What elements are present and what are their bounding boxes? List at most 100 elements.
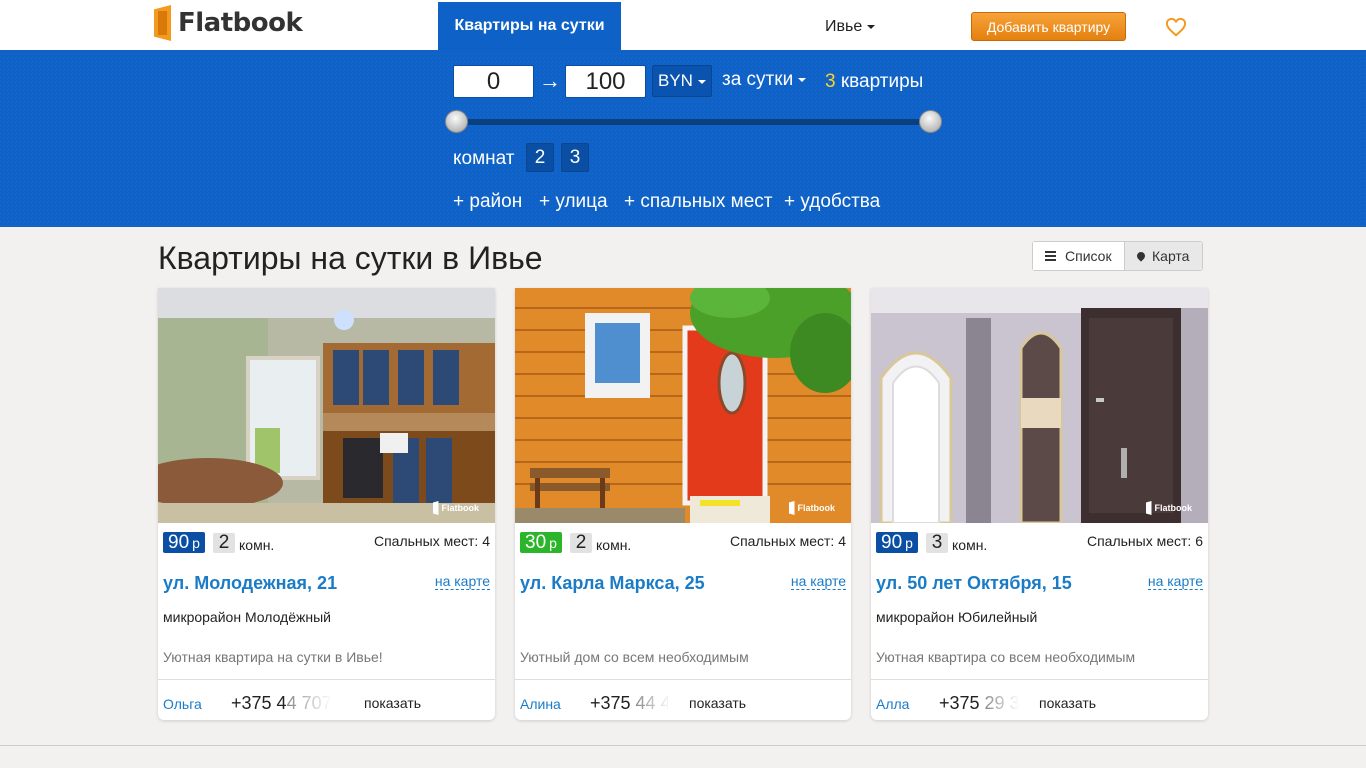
filter-beds-link[interactable]: + спальных мест xyxy=(624,191,772,213)
phone-visible: +375 4 xyxy=(231,693,287,713)
view-toggle: Список Карта xyxy=(1032,241,1203,271)
listing-photo[interactable]: Flatbook xyxy=(158,288,495,523)
beds-count: Спальных мест: 4 xyxy=(729,533,846,549)
top-navbar: Flatbook Квартиры на сутки Ивье Добавить… xyxy=(0,0,1366,50)
watermark-text: Flatbook xyxy=(441,503,480,513)
price-slider-min-handle[interactable] xyxy=(445,110,468,133)
price-badge: 90 р xyxy=(876,532,918,553)
page-title: Квартиры на сутки в Ивье xyxy=(158,240,543,276)
listing-photo[interactable]: Flatbook xyxy=(515,288,851,523)
beds-count: Спальных мест: 4 xyxy=(373,533,490,549)
filter-street-link[interactable]: + улица xyxy=(539,191,608,213)
chevron-down-icon xyxy=(798,77,807,82)
chevron-down-icon xyxy=(867,24,876,29)
owner-name: Алина xyxy=(520,696,561,712)
watermark-text: Flatbook xyxy=(797,503,836,513)
map-pin-icon xyxy=(1135,250,1147,262)
rooms-badge: 2 xyxy=(570,533,592,553)
period-label: за сутки xyxy=(722,69,794,90)
phone-hidden: 44 4 xyxy=(636,693,668,713)
filter-panel: 0 → 100 BYN за сутки 3 квартиры комнат 2… xyxy=(0,50,1366,227)
price-value: 90 xyxy=(881,532,903,553)
price-slider-max-handle[interactable] xyxy=(919,110,942,133)
list-icon xyxy=(1045,251,1056,261)
city-selector[interactable]: Ивье xyxy=(825,18,876,36)
room-option-3[interactable]: 3 xyxy=(561,143,589,172)
show-on-map-link[interactable]: на карте xyxy=(434,573,490,590)
list-view-button[interactable]: Список xyxy=(1033,242,1125,270)
divider xyxy=(515,679,851,680)
beds-count: Спальных мест: 6 xyxy=(1086,533,1203,549)
favorites-heart-icon[interactable] xyxy=(1165,17,1187,37)
show-on-map-link[interactable]: на карте xyxy=(1147,573,1203,590)
phone-visible: +375 xyxy=(590,693,636,713)
show-on-map-link[interactable]: на карте xyxy=(790,573,846,590)
period-select[interactable]: за сутки xyxy=(722,69,807,91)
price-min-input[interactable]: 0 xyxy=(453,65,534,98)
watermark: Flatbook xyxy=(1145,501,1193,515)
listing-address-link[interactable]: ул. 50 лет Октября, 15 xyxy=(876,573,1072,594)
phone-hidden: 29 3 xyxy=(984,693,1019,713)
phone-number: +375 29 3 xyxy=(939,693,1019,714)
phone-visible: +375 xyxy=(939,693,985,713)
owner-name: Ольга xyxy=(163,696,202,712)
range-arrow: → xyxy=(539,68,561,93)
rooms-badge: 3 xyxy=(926,533,948,553)
listing-description: Уютный дом со всем необходимым xyxy=(520,649,749,665)
price-currency: р xyxy=(549,535,557,551)
add-apartment-button[interactable]: Добавить квартиру xyxy=(971,12,1126,41)
rooms-badge: 2 xyxy=(213,533,235,553)
door-logo-icon xyxy=(154,5,171,41)
watermark: Flatbook xyxy=(432,501,480,515)
logo[interactable]: Flatbook xyxy=(154,4,303,42)
result-count: 3 квартиры xyxy=(825,71,923,93)
listing-card[interactable]: Flatbook 30 р 2 комн. Спальных мест: 4 ул… xyxy=(515,288,851,720)
show-phone-button[interactable]: показать xyxy=(1039,695,1096,711)
price-max-input[interactable]: 100 xyxy=(565,65,646,98)
price-currency: р xyxy=(192,535,200,551)
divider xyxy=(158,679,495,680)
map-view-label: Карта xyxy=(1152,248,1190,264)
listing-description: Уютная квартира на сутки в Ивье! xyxy=(163,649,383,665)
filter-amenities-link[interactable]: + удобства xyxy=(784,191,880,213)
city-label: Ивье xyxy=(825,18,863,35)
listing-district: микрорайон Молодёжный xyxy=(163,609,331,625)
room-option-2[interactable]: 2 xyxy=(526,143,554,172)
listing-card[interactable]: Flatbook 90 р 3 комн. Спальных мест: 6 ул… xyxy=(871,288,1208,720)
rooms-unit: комн. xyxy=(239,537,275,553)
listing-address-link[interactable]: ул. Молодежная, 21 xyxy=(163,573,337,594)
price-badge: 90 р xyxy=(163,532,205,553)
kitchen-photo xyxy=(158,288,495,523)
listing-description: Уютная квартира со всем необходимым xyxy=(876,649,1136,665)
currency-select[interactable]: BYN xyxy=(652,65,712,97)
result-count-label: квартиры xyxy=(840,71,924,92)
watermark: Flatbook xyxy=(788,501,836,515)
filter-district-link[interactable]: + район xyxy=(453,191,522,213)
price-currency: р xyxy=(905,535,913,551)
phone-number: +375 44 4 xyxy=(590,693,668,714)
chevron-down-icon xyxy=(697,79,706,84)
map-view-button[interactable]: Карта xyxy=(1125,242,1202,270)
show-phone-button[interactable]: показать xyxy=(689,695,746,711)
listing-card[interactable]: Flatbook 90 р 2 комн. Спальных мест: 4 ул… xyxy=(158,288,495,720)
phone-number: +375 44 707 xyxy=(231,693,334,714)
result-count-number: 3 xyxy=(825,71,836,92)
rooms-label: комнат xyxy=(453,148,515,169)
tab-apartments-daily[interactable]: Квартиры на сутки xyxy=(438,2,621,50)
price-value: 30 xyxy=(525,532,547,553)
listing-address-link[interactable]: ул. Карла Маркса, 25 xyxy=(520,573,705,594)
list-view-label: Список xyxy=(1065,248,1112,264)
owner-name: Алла xyxy=(876,696,910,712)
listing-photo[interactable]: Flatbook xyxy=(871,288,1208,523)
rooms-unit: комн. xyxy=(596,537,632,553)
price-value: 90 xyxy=(168,532,190,553)
price-slider-track[interactable] xyxy=(456,119,930,125)
phone-hidden: 4 707 xyxy=(286,693,332,713)
divider xyxy=(871,679,1208,680)
show-phone-button[interactable]: показать xyxy=(364,695,421,711)
listing-district: микрорайон Юбилейный xyxy=(876,609,1038,625)
logo-text: Flatbook xyxy=(178,8,303,38)
watermark-text: Flatbook xyxy=(1154,503,1193,513)
currency-label: BYN xyxy=(658,71,693,90)
price-badge: 30 р xyxy=(520,532,562,553)
